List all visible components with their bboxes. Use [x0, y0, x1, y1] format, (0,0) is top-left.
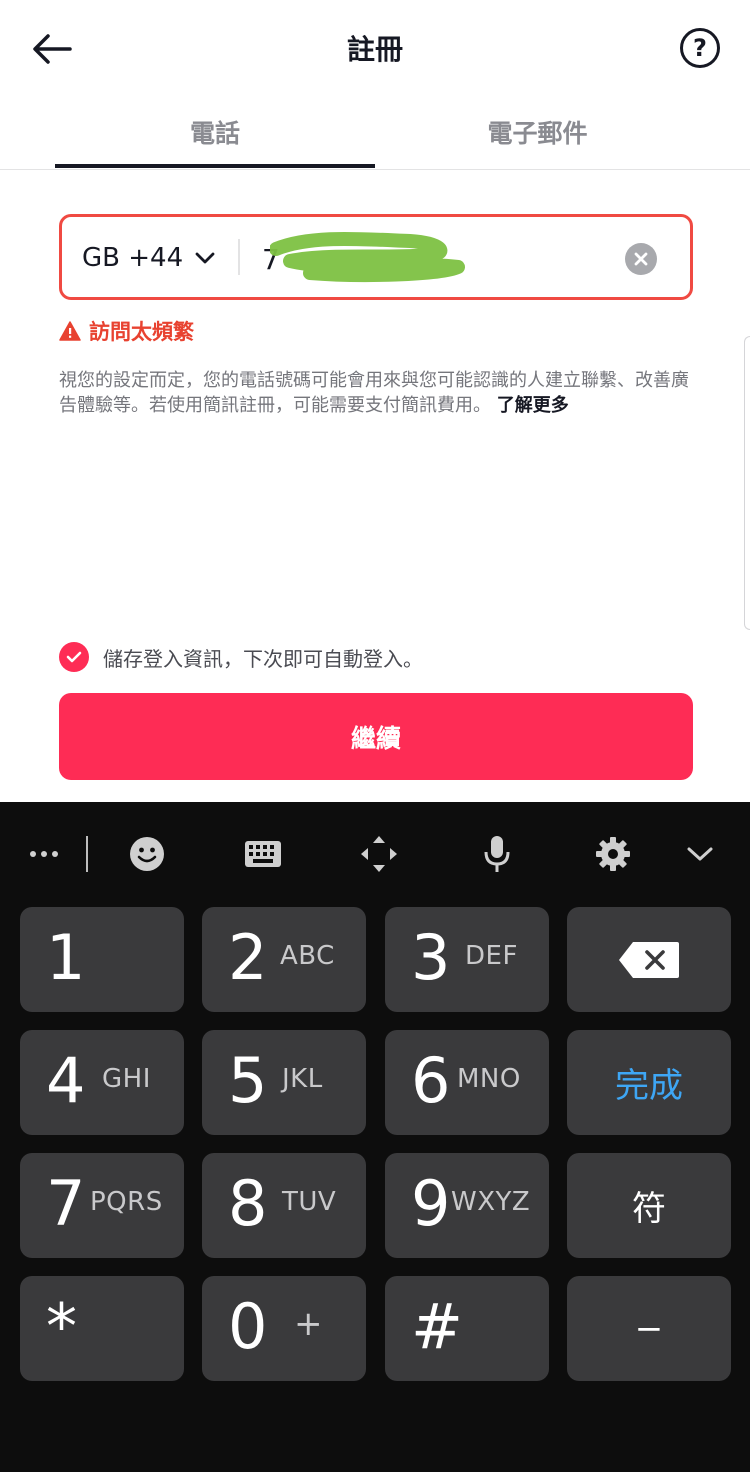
key-letters: WXYZ [451, 1187, 531, 1217]
signup-method-tabs: 電話 電子郵件 [0, 100, 750, 170]
key-4[interactable]: 4 GHI [20, 1030, 184, 1135]
keyboard-switch-button[interactable] [242, 832, 284, 876]
emoji-button[interactable] [126, 832, 168, 876]
symbols-container: 符 [567, 1153, 731, 1258]
key-letters: + [294, 1304, 323, 1344]
hide-keyboard-button[interactable] [680, 832, 720, 876]
disclaimer-text: 視您的設定而定，您的電話號碼可能會用來與您可能認識的人建立聯繫、改善廣告體驗等。… [59, 370, 689, 416]
key-5[interactable]: 5 JKL [202, 1030, 366, 1135]
voice-input-button[interactable] [476, 832, 518, 876]
key-digit: * [46, 1290, 77, 1363]
minus-container: − [567, 1276, 731, 1381]
key-1[interactable]: 1 [20, 907, 184, 1012]
field-divider [238, 239, 240, 275]
key-8[interactable]: 8 TUV [202, 1153, 366, 1258]
phone-number-input[interactable] [262, 239, 602, 279]
key-digit: 9 [411, 1167, 451, 1240]
key-digit: 1 [46, 921, 86, 994]
continue-button-label: 繼續 [350, 723, 401, 753]
error-message: 訪問太頻繁 [59, 316, 194, 346]
key-asterisk[interactable]: * [20, 1276, 184, 1381]
minus-key[interactable]: − [567, 1276, 731, 1381]
key-letters: ABC [280, 941, 335, 971]
privacy-disclaimer: 視您的設定而定，您的電話號碼可能會用來與您可能認識的人建立聯繫、改善廣告體驗等。… [59, 368, 693, 418]
clear-input-button[interactable] [625, 243, 657, 275]
backspace-key[interactable] [567, 907, 731, 1012]
symbols-key[interactable]: 符 [567, 1153, 731, 1258]
more-options-button[interactable] [26, 832, 62, 876]
cursor-move-button[interactable] [358, 832, 400, 876]
chevron-down-icon [195, 252, 215, 264]
key-9[interactable]: 9 WXYZ [385, 1153, 549, 1258]
more-icon [30, 851, 58, 857]
backspace-container [567, 907, 731, 1012]
close-icon [634, 252, 648, 266]
tab-email[interactable]: 電子郵件 [430, 114, 645, 150]
key-letters: GHI [102, 1064, 151, 1094]
checkmark-icon [66, 651, 82, 663]
key-hash[interactable]: # [385, 1276, 549, 1381]
save-login-label: 儲存登入資訊，下次即可自動登入。 [103, 646, 423, 671]
error-text: 訪問太頻繁 [89, 320, 194, 344]
learn-more-link[interactable]: 了解更多 [497, 395, 569, 416]
country-code-label: GB +44 [82, 243, 184, 273]
phone-field: GB +44 [59, 214, 693, 300]
symbols-key-label: 符 [632, 1189, 666, 1229]
collapse-chevron-icon [687, 847, 713, 861]
emoji-icon [130, 837, 164, 871]
key-letters: DEF [465, 941, 518, 971]
key-digit: 4 [46, 1044, 86, 1117]
move-cursor-icon [361, 836, 397, 872]
question-mark-icon: ? [693, 34, 707, 62]
key-3[interactable]: 3 DEF [385, 907, 549, 1012]
done-key[interactable]: 完成 [567, 1030, 731, 1135]
key-digit: 5 [228, 1044, 268, 1117]
header: 註冊 ? [0, 0, 750, 100]
done-key-label: 完成 [615, 1066, 683, 1106]
settings-icon [596, 837, 630, 871]
key-digit: 8 [228, 1167, 268, 1240]
key-digit: 3 [411, 921, 451, 994]
key-letters: TUV [282, 1187, 337, 1217]
save-login-row[interactable]: 儲存登入資訊，下次即可自動登入。 [59, 642, 423, 672]
key-2[interactable]: 2 ABC [202, 907, 366, 1012]
key-letters: MNO [457, 1064, 521, 1094]
key-digit: # [411, 1290, 463, 1363]
numeric-keyboard: 1 2 ABC 3 DEF 4 GHI 5 JKL 6 MNO 完成 7 PQR… [0, 802, 750, 1472]
microphone-icon [484, 836, 510, 872]
minus-key-label: − [634, 1308, 664, 1349]
warning-icon [59, 321, 81, 341]
done-container: 完成 [567, 1030, 731, 1135]
key-letters: PQRS [90, 1187, 163, 1217]
backspace-icon [619, 941, 679, 978]
key-digit: 0 [228, 1290, 268, 1363]
key-digit: 7 [46, 1167, 86, 1240]
key-0[interactable]: 0 + [202, 1276, 366, 1381]
toolbar-separator [86, 836, 88, 872]
key-7[interactable]: 7 PQRS [20, 1153, 184, 1258]
keyboard-toolbar [0, 802, 750, 906]
country-code-selector[interactable]: GB +44 [82, 243, 215, 273]
active-tab-indicator [55, 164, 375, 168]
key-digit: 2 [228, 921, 268, 994]
save-login-checkbox[interactable] [59, 642, 89, 672]
continue-button[interactable]: 繼續 [59, 693, 693, 780]
key-6[interactable]: 6 MNO [385, 1030, 549, 1135]
key-letters: JKL [282, 1064, 323, 1094]
keyboard-icon [245, 841, 281, 867]
scroll-indicator [744, 336, 750, 630]
help-button[interactable]: ? [680, 28, 720, 68]
key-digit: 6 [411, 1044, 451, 1117]
page-title: 註冊 [346, 33, 403, 66]
keyboard-settings-button[interactable] [592, 832, 634, 876]
tab-phone[interactable]: 電話 [0, 114, 430, 150]
